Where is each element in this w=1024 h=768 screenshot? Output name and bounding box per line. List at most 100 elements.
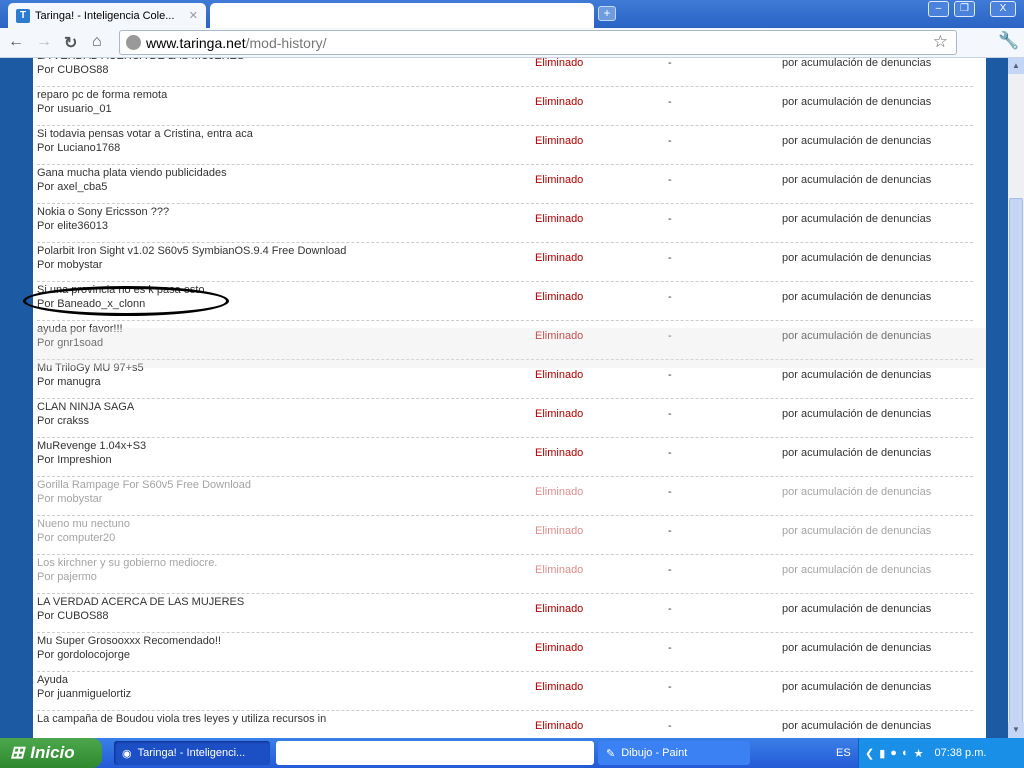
browser-toolbar: ← → ↻ ⌂ www.taringa.net/mod-history/ ☆ 🔧	[0, 28, 1024, 58]
post-title-link[interactable]: Nueno mu nectuno	[37, 518, 130, 530]
author-link[interactable]: mobystar	[57, 493, 102, 505]
post-title-link[interactable]: Mu TriloGy MU 97+s5	[37, 362, 144, 374]
address-bar[interactable]: www.taringa.net/mod-history/ ☆	[119, 30, 957, 55]
messenger-icon[interactable]: ◐	[902, 747, 909, 759]
vertical-scrollbar[interactable]: ▲ ▼	[1008, 58, 1024, 738]
post-title-link[interactable]: Ayuda	[37, 674, 68, 686]
post-title-link[interactable]: LA VERDAD ACERCA DE LAS MUJERES	[37, 58, 244, 62]
author-link[interactable]: CUBOS88	[57, 610, 108, 622]
post-author: Por Impreshion	[37, 454, 112, 466]
status-label: Eliminado	[535, 447, 584, 459]
reason: por acumulación de denuncias	[782, 174, 932, 186]
post-author: Por manugra	[37, 376, 101, 388]
author-link[interactable]: elite36013	[57, 220, 108, 232]
reason: por acumulación de denuncias	[782, 58, 932, 69]
close-button[interactable]: X	[990, 1, 1016, 17]
author-link[interactable]: mobystar	[57, 259, 102, 271]
scroll-up-icon[interactable]: ▲	[1008, 58, 1024, 74]
author-link[interactable]: crakss	[57, 415, 89, 427]
task-label: Taringa! - Inteligenci...	[137, 747, 246, 759]
status-label: Eliminado	[535, 408, 584, 420]
moderator: -	[668, 447, 672, 459]
scroll-down-icon[interactable]: ▼	[1008, 722, 1024, 738]
post-title-link[interactable]: Los kirchner y su gobierno mediocre.	[37, 557, 217, 569]
post-title-link[interactable]: Polarbit Iron Sight v1.02 S60v5 SymbianO…	[37, 245, 346, 257]
status-label: Eliminado	[535, 58, 584, 69]
wrench-icon[interactable]: 🔧	[998, 31, 1019, 51]
tray-expand-icon[interactable]: ❮	[865, 747, 874, 760]
star-tray-icon[interactable]: ★	[914, 747, 924, 760]
reason: por acumulación de denuncias	[782, 525, 932, 537]
by-prefix: Por	[37, 610, 55, 622]
author-link[interactable]: gnr1soad	[57, 337, 103, 349]
bookmark-star-icon[interactable]: ☆	[933, 32, 948, 52]
tab-title: Taringa! - Inteligencia Cole...	[35, 9, 175, 22]
author-link[interactable]: axel_cba5	[57, 181, 107, 193]
new-tab-button[interactable]: +	[598, 6, 616, 21]
table-row: Gana mucha plata viendo publicidades Por …	[37, 165, 973, 204]
post-title-link[interactable]: Gorilla Rampage For S60v5 Free Download	[37, 479, 251, 491]
post-title-link[interactable]: Nokia o Sony Ericsson ???	[37, 206, 169, 218]
author-link[interactable]: usuario_01	[57, 103, 111, 115]
by-prefix: Por	[37, 103, 55, 115]
reason: por acumulación de denuncias	[782, 369, 932, 381]
post-title-link[interactable]: LA VERDAD ACERCA DE LAS MUJERES	[37, 596, 244, 608]
author-link[interactable]: CUBOS88	[57, 64, 108, 76]
post-author: Por gordolocojorge	[37, 649, 130, 661]
minimize-button[interactable]: –	[928, 1, 949, 17]
windows-logo-icon: ⊞	[10, 743, 25, 762]
author-link[interactable]: Luciano1768	[57, 142, 120, 154]
moderator: -	[668, 720, 672, 732]
author-link[interactable]: juanmiguelortiz	[57, 688, 131, 700]
url-host: www.taringa.net	[146, 34, 246, 51]
by-prefix: Por	[37, 493, 55, 505]
author-link[interactable]: computer20	[57, 532, 115, 544]
restore-button[interactable]: ❐	[954, 1, 975, 17]
reason: por acumulación de denuncias	[782, 603, 932, 615]
taskbar-item-paint[interactable]: ✎ Dibujo - Paint	[598, 741, 750, 765]
author-link[interactable]: Impreshion	[57, 454, 111, 466]
table-row: CLAN NINJA SAGA Por crakss Eliminado - por a…	[37, 399, 973, 438]
post-title-link[interactable]: MuRevenge 1.04x+S3	[37, 440, 146, 452]
back-icon[interactable]: ←	[8, 33, 24, 51]
post-title-link[interactable]: CLAN NINJA SAGA	[37, 401, 134, 413]
moderator: -	[668, 681, 672, 693]
home-icon[interactable]: ⌂	[92, 33, 102, 51]
table-row: MuRevenge 1.04x+S3 Por Impreshion Eliminad…	[37, 438, 973, 477]
post-title-link[interactable]: La campaña de Boudou viola tres leyes y …	[37, 713, 326, 725]
post-title-link[interactable]: Mu Super Grosooxxx Recomendado!!	[37, 635, 221, 647]
browser-tab[interactable]: T Taringa! - Inteligencia Cole... ✕	[8, 3, 206, 28]
table-row: La campaña de Boudou viola tres leyes y …	[37, 711, 973, 738]
post-title-link[interactable]: Gana mucha plata viendo publicidades	[37, 167, 227, 179]
post-author: Por CUBOS88	[37, 64, 109, 76]
post-title-link[interactable]: ayuda por favor!!!	[37, 323, 123, 335]
antivirus-icon[interactable]: ●	[890, 747, 897, 759]
post-author: Por computer20	[37, 532, 115, 544]
status-label: Eliminado	[535, 564, 584, 576]
task-label: Dibujo - Paint	[621, 747, 688, 759]
language-indicator[interactable]: ES	[836, 747, 851, 759]
by-prefix: Por	[37, 688, 55, 700]
scroll-thumb[interactable]	[1009, 198, 1023, 733]
post-title-link[interactable]: Si todavia pensas votar a Cristina, entr…	[37, 128, 253, 140]
paint-icon: ✎	[606, 747, 616, 760]
author-link[interactable]: gordolocojorge	[57, 649, 130, 661]
author-link[interactable]: manugra	[57, 376, 100, 388]
page-viewport: LA VERDAD ACERCA DE LAS MUJERES Por CUBOS…	[0, 58, 1008, 738]
clock: 07:38 p.m.	[934, 747, 987, 759]
reason: por acumulación de denuncias	[782, 291, 932, 303]
tab-close-icon[interactable]: ✕	[189, 9, 198, 22]
reload-icon[interactable]: ↻	[64, 33, 77, 53]
post-title-link[interactable]: reparo pc de forma remota	[37, 89, 167, 101]
taskbar-item-chrome[interactable]: ◉ Taringa! - Inteligenci...	[114, 741, 270, 765]
status-label: Eliminado	[535, 642, 584, 654]
forward-icon[interactable]: →	[36, 33, 52, 51]
table-row: Polarbit Iron Sight v1.02 S60v5 SymbianO…	[37, 243, 973, 282]
start-button[interactable]: ⊞ Inicio	[0, 738, 102, 768]
moderator: -	[668, 603, 672, 615]
network-icon[interactable]: ▮	[879, 747, 885, 760]
author-link[interactable]: pajermo	[57, 571, 97, 583]
table-row: reparo pc de forma remota Por usuario_01 E…	[37, 87, 973, 126]
table-row: Mu Super Grosooxxx Recomendado!! Por gord…	[37, 633, 973, 672]
post-author: Por axel_cba5	[37, 181, 107, 193]
